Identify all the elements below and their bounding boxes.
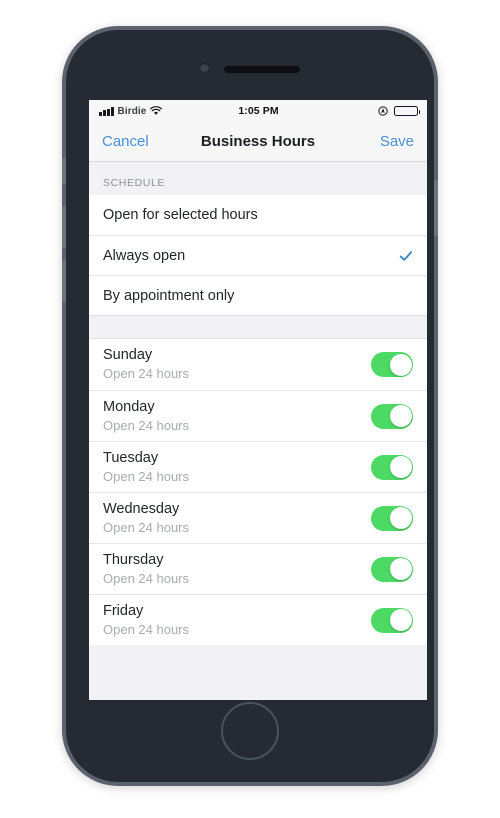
- check-icon: [399, 249, 413, 263]
- status-bar-time: 1:05 PM: [238, 105, 279, 117]
- power-button[interactable]: [434, 180, 438, 236]
- table-row[interactable]: Sunday Open 24 hours: [89, 339, 427, 390]
- schedule-options-group: Open for selected hours Always open By a…: [89, 195, 427, 315]
- table-row[interactable]: Friday Open 24 hours: [89, 594, 427, 645]
- day-hours: Open 24 hours: [103, 468, 190, 484]
- battery-full-icon: [394, 105, 421, 117]
- page-title: Business Hours: [200, 133, 316, 150]
- settings-content: SCHEDULE Open for selected hours Always …: [89, 162, 427, 700]
- phone-body: Birdie 1:05 PM Cancel Business Hours Sav…: [62, 30, 438, 782]
- table-row[interactable]: Wednesday Open 24 hours: [89, 492, 427, 543]
- cancel-button[interactable]: Cancel: [102, 133, 201, 150]
- day-toggle-monday[interactable]: [371, 403, 413, 429]
- schedule-section-header: SCHEDULE: [89, 162, 427, 195]
- volume-up-button[interactable]: [62, 206, 66, 248]
- location-arrow-icon: [378, 106, 388, 116]
- day-name: Tuesday: [103, 449, 159, 466]
- days-group: Sunday Open 24 hours Monday Open 24 hour…: [89, 339, 427, 645]
- navigation-bar: Cancel Business Hours Save: [89, 122, 427, 162]
- day-toggle-tuesday[interactable]: [371, 454, 413, 480]
- day-name: Friday: [103, 602, 144, 619]
- day-hours: Open 24 hours: [103, 417, 190, 433]
- schedule-option-by-appointment-only[interactable]: By appointment only: [89, 275, 427, 315]
- earpiece-speaker: [224, 66, 300, 73]
- day-toggle-thursday[interactable]: [371, 556, 413, 582]
- signal-bars-icon: [99, 107, 114, 116]
- volume-down-button[interactable]: [62, 260, 66, 302]
- day-hours: Open 24 hours: [103, 570, 190, 586]
- day-toggle-sunday[interactable]: [371, 352, 413, 377]
- section-divider: [89, 315, 427, 339]
- day-name: Wednesday: [103, 500, 180, 517]
- day-name: Thursday: [103, 551, 164, 568]
- phone-screen: Birdie 1:05 PM Cancel Business Hours Sav…: [89, 100, 427, 700]
- carrier-label: Birdie: [117, 105, 147, 117]
- silent-switch-button[interactable]: [62, 158, 66, 184]
- home-button[interactable]: [221, 702, 279, 760]
- day-hours: Open 24 hours: [103, 519, 190, 535]
- save-button[interactable]: Save: [315, 133, 414, 150]
- option-label: By appointment only: [103, 287, 235, 304]
- table-row[interactable]: Tuesday Open 24 hours: [89, 441, 427, 492]
- front-camera-icon: [200, 63, 209, 72]
- day-name: Monday: [103, 398, 155, 415]
- table-row[interactable]: Monday Open 24 hours: [89, 390, 427, 441]
- schedule-option-open-selected-hours[interactable]: Open for selected hours: [89, 195, 427, 235]
- table-row[interactable]: Thursday Open 24 hours: [89, 543, 427, 594]
- day-name: Sunday: [103, 347, 153, 363]
- option-label: Always open: [103, 247, 186, 264]
- day-hours: Open 24 hours: [103, 621, 190, 637]
- schedule-option-always-open[interactable]: Always open: [89, 235, 427, 275]
- option-label: Open for selected hours: [103, 207, 258, 223]
- day-toggle-friday[interactable]: [371, 607, 413, 633]
- day-hours: Open 24 hours: [103, 366, 190, 381]
- status-bar: Birdie 1:05 PM: [89, 100, 427, 122]
- wifi-icon: [150, 106, 163, 116]
- day-toggle-wednesday[interactable]: [371, 505, 413, 531]
- phone-device-frame: Birdie 1:05 PM Cancel Business Hours Sav…: [62, 26, 438, 786]
